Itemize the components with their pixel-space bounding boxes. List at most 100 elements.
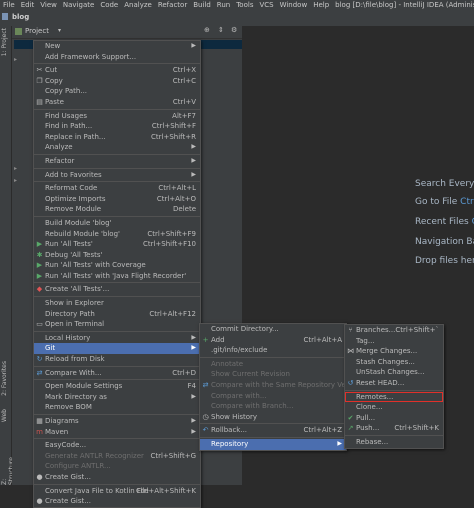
gear-icon[interactable]: ⚙ <box>231 26 237 34</box>
menu-item-annotate: Annotate <box>200 359 346 370</box>
menu-item-paste[interactable]: ▤ Paste Ctrl+V <box>34 97 200 108</box>
menu-item-diagrams[interactable]: ▦ Diagrams ▶ <box>34 416 200 427</box>
chevron-down-icon[interactable]: ▾ <box>58 27 61 34</box>
menu-item-stash-changes[interactable]: Stash Changes... <box>345 357 443 368</box>
menu-item-run-all-tests[interactable]: ▶ Run 'All Tests' Ctrl+Shift+F10 <box>34 239 200 250</box>
menu-item-unstash-changes[interactable]: UnStash Changes... <box>345 367 443 378</box>
tree-arrow-icon[interactable]: ▸ <box>14 177 17 184</box>
menu-item-clone[interactable]: Clone... <box>345 402 443 413</box>
menu-item-rebase[interactable]: Rebase... <box>345 437 443 448</box>
menu-separator <box>34 483 200 485</box>
menubar-item[interactable]: Refactor <box>155 0 190 10</box>
menubar-item[interactable]: Edit <box>18 0 38 10</box>
menu-item-local-history[interactable]: Local History ▶ <box>34 333 200 344</box>
menu-item-rollback[interactable]: ↶ Rollback... Ctrl+Alt+Z <box>200 425 346 436</box>
menu-item-label: Remotes... <box>356 392 394 401</box>
menu-item-shortcut: Ctrl+Shift+` <box>395 326 439 334</box>
menubar-item[interactable]: File <box>0 0 18 10</box>
menu-item-debug-all-tests[interactable]: ✱ Debug 'All Tests' <box>34 250 200 261</box>
menu-item-show-history[interactable]: ◷ Show History <box>200 412 346 423</box>
tree-arrow-icon[interactable]: ▸ <box>14 165 17 172</box>
menu-item-create-all-tests[interactable]: ◆ Create 'All Tests'... <box>34 284 200 295</box>
menu-item-label: Reformat Code <box>45 184 98 193</box>
menubar-item[interactable]: Help <box>310 0 332 10</box>
menu-item-label: Rollback... <box>211 426 248 435</box>
menu-item-copy-path[interactable]: Copy Path... <box>34 86 200 97</box>
menu-item-maven[interactable]: m Maven ▶ <box>34 427 200 438</box>
menu-item-remove-bom[interactable]: Remove BOM <box>34 402 200 413</box>
menu-item-analyze[interactable]: Analyze ▶ <box>34 142 200 153</box>
menu-item-run-all-tests-with-coverage[interactable]: ▶ Run 'All Tests' with Coverage <box>34 260 200 271</box>
menubar-item[interactable]: Run <box>214 0 233 10</box>
favorites-tool-tab[interactable]: 2: Favorites <box>1 361 8 396</box>
menu-item-new[interactable]: New ▶ <box>34 41 200 52</box>
menubar-item[interactable]: Window <box>277 0 311 10</box>
menu-item-label: Generate ANTLR Recognizer <box>45 451 144 460</box>
menu-item-compare-with[interactable]: ⇄ Compare With... Ctrl+D <box>34 368 200 379</box>
menu-item-reload-from-disk[interactable]: ↻ Reload from Disk <box>34 354 200 365</box>
project-panel-header: Project ▾ ⊕ ⇕ ⚙ <box>12 26 242 39</box>
menu-item-reset-head[interactable]: ↺ Reset HEAD... <box>345 378 443 389</box>
menu-item-remotes[interactable]: Remotes... <box>345 391 443 403</box>
menu-item-remove-module[interactable]: Remove Module Delete <box>34 204 200 215</box>
menu-item-branches[interactable]: ⑂ Branches... Ctrl+Shift+` <box>345 325 443 336</box>
menubar-item[interactable]: Analyze <box>121 0 155 10</box>
menu-item-commit-directory[interactable]: Commit Directory... <box>200 324 346 335</box>
web-tool-tab[interactable]: Web <box>1 409 8 422</box>
menu-item-shortcut: Ctrl+C <box>172 76 196 85</box>
menu-item-git-info-exclude[interactable]: .git/info/exclude <box>200 345 346 356</box>
tree-arrow-icon[interactable]: ▸ <box>14 56 17 63</box>
menu-item-mark-directory-as[interactable]: Mark Directory as ▶ <box>34 392 200 403</box>
menu-item-tag[interactable]: Tag... <box>345 336 443 347</box>
menu-separator <box>200 356 346 358</box>
menubar-item[interactable]: Code <box>97 0 121 10</box>
breadcrumb[interactable]: blog <box>12 13 29 21</box>
navigation-bar: blog <box>0 10 474 27</box>
menu-item-add-framework-support[interactable]: Add Framework Support... <box>34 52 200 63</box>
menu-item-label: Show in Explorer <box>45 299 104 308</box>
menu-item-copy[interactable]: ❐ Copy Ctrl+C <box>34 76 200 87</box>
menubar-item[interactable]: Tools <box>233 0 256 10</box>
project-tool-tab[interactable]: 1: Project <box>1 28 8 56</box>
menu-item-add-to-favorites[interactable]: Add to Favorites ▶ <box>34 170 200 181</box>
menu-item-open-in-terminal[interactable]: ▭ Open in Terminal <box>34 319 200 330</box>
menu-item-label: Rebase... <box>356 437 389 446</box>
menu-item-rebuild-module-blog[interactable]: Rebuild Module 'blog' Ctrl+Shift+F9 <box>34 229 200 240</box>
menu-item-build-module-blog[interactable]: Build Module 'blog' <box>34 218 200 229</box>
menu-item-run-all-tests-with-java-flight-recorder[interactable]: ▶ Run 'All Tests' with 'Java Flight Recor… <box>34 271 200 282</box>
menubar-item[interactable]: View <box>37 0 60 10</box>
menu-item-reformat-code[interactable]: Reformat Code Ctrl+Alt+L <box>34 183 200 194</box>
menubar-item[interactable]: VCS <box>256 0 276 10</box>
menu-item-label: Analyze <box>45 143 73 152</box>
menu-item-pull[interactable]: ✔ Pull... <box>345 413 443 424</box>
collapse-icon[interactable]: ⇕ <box>218 26 224 34</box>
menu-item-open-module-settings[interactable]: Open Module Settings F4 <box>34 381 200 392</box>
menubar-item[interactable]: Build <box>190 0 214 10</box>
menu-item-label: Debug 'All Tests' <box>45 250 103 259</box>
menu-item-cut[interactable]: ✂ Cut Ctrl+X <box>34 65 200 76</box>
menu-item-find-usages[interactable]: Find Usages Alt+F7 <box>34 111 200 122</box>
menu-item-merge-changes[interactable]: ⋈ Merge Changes... <box>345 346 443 357</box>
menu-item-push[interactable]: ↗ Push... Ctrl+Shift+K <box>345 423 443 434</box>
menu-item-convert-java-file-to-kotlin-file[interactable]: Convert Java File to Kotlin File Ctrl+Alt… <box>34 486 200 497</box>
rollback-icon: ↶ <box>202 426 209 435</box>
menu-item-refactor[interactable]: Refactor ▶ <box>34 156 200 167</box>
menu-item-find-in-path[interactable]: Find in Path... Ctrl+Shift+F <box>34 121 200 132</box>
menubar-item[interactable]: Navigate <box>60 0 97 10</box>
menu-item-replace-in-path[interactable]: Replace in Path... Ctrl+Shift+R <box>34 132 200 143</box>
menu-item-git[interactable]: Git ▶ <box>34 343 200 355</box>
test-icon: ◆ <box>36 285 43 294</box>
menu-item-show-in-explorer[interactable]: Show in Explorer <box>34 298 200 309</box>
github-icon: ● <box>36 497 43 506</box>
menu-item-repository[interactable]: Repository ▶ <box>200 438 346 450</box>
menu-item-create-gist[interactable]: ● Create Gist... <box>34 496 200 507</box>
menu-item-create-gist[interactable]: ● Create Gist... <box>34 472 200 483</box>
menu-item-label: Show Current Revision <box>211 370 290 379</box>
menu-item-label: Paste <box>45 97 64 106</box>
menu-item-optimize-imports[interactable]: Optimize Imports Ctrl+Alt+O <box>34 194 200 205</box>
menu-item-add[interactable]: + Add Ctrl+Alt+A <box>200 335 346 346</box>
project-panel-title[interactable]: Project <box>25 27 49 35</box>
menu-item-directory-path[interactable]: Directory Path Ctrl+Alt+F12 <box>34 309 200 320</box>
locate-icon[interactable]: ⊕ <box>204 26 210 34</box>
menu-item-easycode[interactable]: EasyCode... <box>34 440 200 451</box>
